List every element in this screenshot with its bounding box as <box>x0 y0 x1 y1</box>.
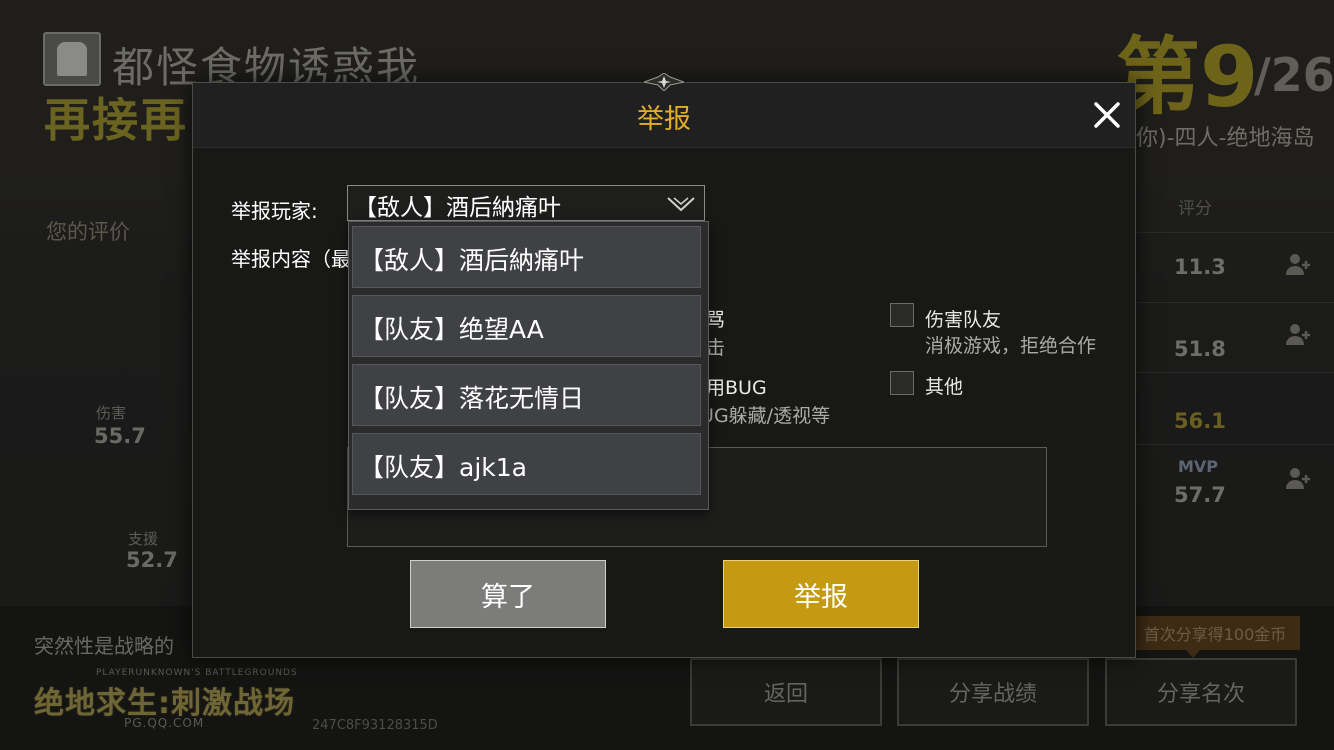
close-icon[interactable] <box>1088 96 1126 134</box>
support-value: 52.7 <box>126 548 178 572</box>
player-dropdown-list: 【敌人】酒后納痛叶 【队友】绝望AA 【队友】落花无情日 【队友】ajk1a <box>348 221 709 510</box>
harm-teammate-checkbox[interactable] <box>890 303 914 327</box>
logo-url: PG.QQ.COM <box>124 716 205 730</box>
result-slogan: 再接再 <box>44 93 188 147</box>
avatar-figure-icon <box>57 42 87 76</box>
other-checkbox[interactable] <box>890 371 914 395</box>
chevron-down-icon <box>667 197 695 212</box>
cancel-button[interactable]: 算了 <box>410 560 606 628</box>
damage-value: 55.7 <box>94 424 146 448</box>
mode-label: 你)-四人-绝地海岛 <box>1136 126 1315 151</box>
add-friend-icon[interactable] <box>1284 465 1310 491</box>
report-player-label: 举报玩家: <box>231 199 318 223</box>
dropdown-option[interactable]: 【队友】落花无情日 <box>352 364 701 426</box>
score-row: 56.1 <box>1136 372 1334 443</box>
dropdown-option-label: 【队友】ajk1a <box>359 453 527 482</box>
evaluation-label: 您的评价 <box>46 220 130 244</box>
tip-text: 突然性是战略的 <box>34 634 174 658</box>
score-value: 51.8 <box>1174 337 1226 361</box>
share-record-button[interactable]: 分享战绩 <box>897 658 1089 726</box>
rank-total: /26 <box>1254 48 1334 102</box>
dropdown-option-label: 【敌人】酒后納痛叶 <box>359 246 585 275</box>
report-button[interactable]: 举报 <box>723 560 919 628</box>
reason-other-title: 其他 <box>925 376 964 398</box>
score-row: MVP 57.7 <box>1136 444 1334 515</box>
score-value: 57.7 <box>1174 483 1226 507</box>
back-button[interactable]: 返回 <box>690 658 882 726</box>
logo-subtitle: PLAYERUNKNOWN'S BATTLEGROUNDS <box>96 668 298 678</box>
report-dialog: 举报 举报玩家: 举报内容（最 【敌人】酒后納痛叶 言语辱骂 言语攻击 伤害队友… <box>192 73 1136 658</box>
selected-player: 【敌人】酒后納痛叶 <box>354 195 561 221</box>
score-value: 56.1 <box>1174 409 1226 433</box>
score-value: 11.3 <box>1174 255 1226 279</box>
damage-label: 伤害 <box>96 404 127 422</box>
header-ornament-icon <box>644 73 684 91</box>
share-tip-arrow <box>1186 650 1200 658</box>
report-content-label: 举报内容（最 <box>231 247 351 271</box>
dropdown-option-label: 【队友】落花无情日 <box>359 384 585 413</box>
avatar <box>43 32 101 86</box>
match-id: 247C8F93128315D <box>312 718 438 733</box>
mvp-badge: MVP <box>1178 457 1219 476</box>
dropdown-option[interactable]: 【敌人】酒后納痛叶 <box>352 226 701 288</box>
rank-number: 第9 <box>1116 28 1259 126</box>
support-label: 支援 <box>128 530 159 548</box>
score-row: 11.3 <box>1136 232 1334 303</box>
add-friend-icon[interactable] <box>1284 251 1310 277</box>
add-friend-icon[interactable] <box>1284 321 1310 347</box>
dropdown-option[interactable]: 【队友】绝望AA <box>352 295 701 357</box>
player-select[interactable]: 【敌人】酒后納痛叶 <box>347 185 705 221</box>
share-reward-tip: 首次分享得100金币 <box>1130 616 1300 650</box>
score-column-header: 评分 <box>1178 199 1212 219</box>
dropdown-option-label: 【队友】绝望AA <box>359 315 544 344</box>
reason-harm-title: 伤害队友 <box>925 309 1002 331</box>
share-rank-button[interactable]: 分享名次 <box>1105 658 1297 726</box>
reason-harm-desc: 消极游戏，拒绝合作 <box>925 335 1097 357</box>
dropdown-option[interactable]: 【队友】ajk1a <box>352 433 701 495</box>
dialog-title: 举报 <box>637 104 691 135</box>
score-row: 51.8 <box>1136 302 1334 373</box>
